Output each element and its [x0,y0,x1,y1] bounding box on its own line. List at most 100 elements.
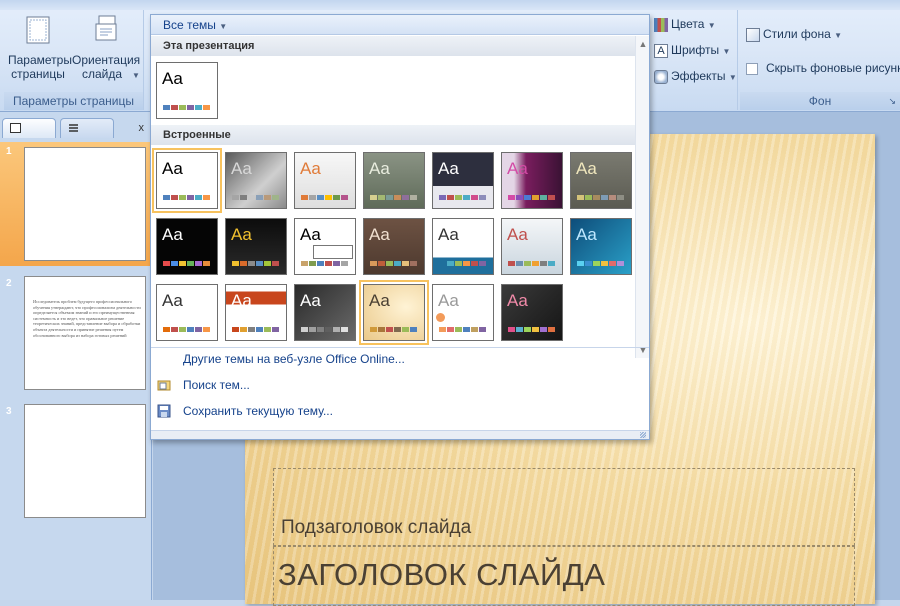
chevron-down-icon: ▼ [219,22,228,31]
more-themes-online-item[interactable]: Другие темы на веб-узле Office Online... [151,348,649,370]
theme-aa-label: Aa [231,225,252,244]
theme-thumbnail[interactable]: Aa [152,148,222,213]
theme-thumbnail[interactable]: Aa [225,284,287,341]
page-setup-button[interactable]: Параметры страницы [8,14,72,81]
background-styles-button[interactable]: Стили фона ▼ [746,24,842,44]
theme-fonts-label: Шрифты [671,43,720,57]
slide-thumbnail[interactable] [24,147,146,261]
theme-thumbnail[interactable]: Aa [294,218,356,275]
theme-thumbnail[interactable]: Aa [363,152,425,209]
background-styles-label: Стили фона [763,27,831,41]
title-placeholder[interactable]: ЗАГОЛОВОК СЛАЙДА [273,546,855,606]
save-theme-label: Сохранить текущую тему... [183,404,333,418]
theme-thumbnail[interactable]: Aa [294,284,356,341]
theme-color-swatches [163,261,211,266]
theme-aa-label: Aa [369,225,390,244]
theme-thumbnail[interactable]: Aa [570,152,632,209]
theme-aa-label: Aa [162,291,183,310]
theme-color-swatches [508,261,556,266]
theme-aa-label: Aa [231,291,252,310]
slide-thumbnail[interactable]: Исследователь проблем будущего профессио… [24,276,146,390]
theme-office-current[interactable]: Aa [156,62,218,119]
page-setup-group: Параметры страницы Ориентация слайда ▼ Па… [4,10,144,110]
theme-effects-button[interactable]: Эффекты ▼ [654,66,737,86]
slide-orientation-button[interactable]: Ориентация слайда ▼ [70,14,142,83]
slide-number: 2 [6,278,12,289]
scroll-up-icon[interactable]: ▲ [636,38,650,50]
theme-color-swatches [370,195,418,200]
theme-options-group: Цвета ▼ A Шрифты ▼ Эффекты ▼ [650,10,738,110]
slide-thumbnail-row[interactable]: 3 [0,402,152,524]
slide-thumbnail-row[interactable]: 1 [0,142,152,266]
theme-thumbnail[interactable]: Aa [501,218,563,275]
gallery-scrollbar[interactable]: ▲ ▼ [635,36,649,358]
slide-thumbnail[interactable] [24,404,146,518]
theme-colors-button[interactable]: Цвета ▼ [654,14,716,34]
dialog-launcher-icon[interactable]: ↘ [888,92,896,110]
colors-icon [654,17,668,32]
hide-background-graphics-checkbox[interactable]: Скрыть фоновые рисунки [746,58,900,78]
page-setup-group-label: Параметры страницы [4,92,143,110]
theme-decoration [436,313,445,322]
theme-aa-label: Aa [162,159,183,178]
slide-number: 1 [6,146,12,157]
theme-decoration [313,245,353,259]
close-icon[interactable]: x [139,122,145,134]
theme-thumbnail[interactable]: Aa [156,218,218,275]
theme-color-swatches [163,105,211,110]
theme-aa-label: Aa [162,225,183,244]
slide-orientation-label: Ориентация слайда ▼ [70,53,142,83]
theme-color-swatches [577,261,625,266]
theme-color-swatches [232,261,280,266]
themes-gallery: Все темы ▼ Эта презентация Aa Встроенные… [150,14,650,440]
theme-thumbnail[interactable]: Aa [432,284,494,341]
save-theme-item[interactable]: Сохранить текущую тему... [151,400,649,422]
theme-thumbnail[interactable]: Aa [432,152,494,209]
theme-thumbnail[interactable]: Aa [501,284,563,341]
browse-themes-item[interactable]: Поиск тем... [151,374,649,396]
effects-icon [654,69,668,84]
subtitle-placeholder[interactable]: Подзаголовок слайда [273,468,855,546]
theme-colors-label: Цвета [671,17,705,31]
fonts-icon: A [654,43,668,58]
gallery-resize-bar[interactable] [151,430,649,439]
theme-color-swatches [439,261,487,266]
gallery-header[interactable]: Все темы ▼ [151,15,649,35]
theme-thumbnail[interactable]: Aa [225,152,287,209]
background-group: Стили фона ▼ Скрыть фоновые рисунки Фон … [740,10,900,110]
theme-effects-label: Эффекты [671,69,726,83]
theme-thumbnail[interactable]: Aa [363,218,425,275]
theme-color-swatches [163,327,211,332]
theme-thumbnail[interactable]: Aa [570,218,632,275]
theme-thumbnail-hovered[interactable]: Aa [359,280,429,345]
checkbox-icon [746,62,758,75]
chevron-down-icon: ▼ [834,31,843,40]
theme-thumbnail[interactable]: Aa [225,218,287,275]
slide-orientation-text: Ориентация слайда [72,53,141,81]
tab-slides[interactable] [2,118,56,138]
theme-fonts-button[interactable]: A Шрифты ▼ [654,40,730,60]
theme-color-swatches [370,261,418,266]
slide-thumbnail-row[interactable]: 2 Исследователь проблем будущего професс… [0,274,152,396]
ribbon-tab-strip [0,0,900,10]
theme-thumbnail[interactable]: Aa [294,152,356,209]
theme-thumbnail[interactable]: Aa [501,152,563,209]
theme-aa-label: Aa [162,69,183,88]
theme-aa-label: Aa [576,159,597,178]
pane-tabs: x [0,116,152,138]
resize-grip-icon[interactable] [640,432,646,438]
theme-color-swatches [232,195,280,200]
theme-aa-label: Aa [507,225,528,244]
slides-tab-icon [10,123,21,133]
chevron-down-icon: ▼ [132,71,140,80]
theme-aa-label: Aa [231,159,252,178]
theme-thumbnail[interactable]: Aa [432,218,494,275]
tab-outline[interactable] [60,118,114,138]
theme-color-swatches [163,195,211,200]
theme-thumbnail[interactable]: Aa [156,284,218,341]
theme-aa-label: Aa [300,225,321,244]
section-this-presentation: Эта презентация [151,36,635,56]
outline-tab-icon [69,124,78,132]
theme-color-swatches [577,195,625,200]
theme-aa-label: Aa [369,291,390,310]
